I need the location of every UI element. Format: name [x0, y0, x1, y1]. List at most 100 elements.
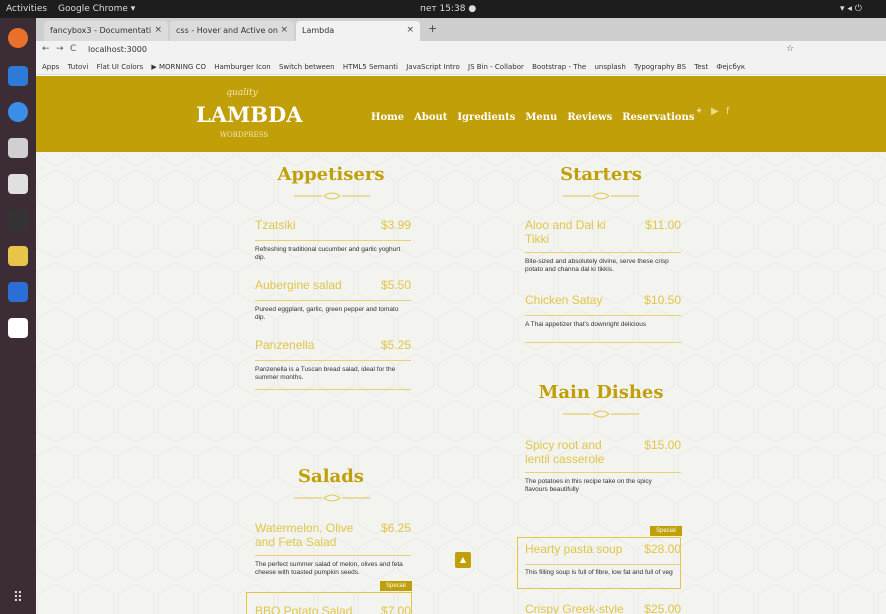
special-badge: Special	[380, 581, 412, 591]
app-menu[interactable]: Google Chrome ▾	[58, 4, 135, 14]
divider	[525, 252, 681, 253]
background-pattern	[36, 76, 886, 614]
logo[interactable]: LAMBDA	[196, 102, 303, 127]
bookmark[interactable]: Switch between	[279, 63, 335, 71]
nav-about[interactable]: About	[414, 112, 447, 123]
item-price: $3.99	[380, 218, 411, 232]
item-name: Panzenella	[255, 338, 315, 352]
nav-menu[interactable]: Menu	[525, 112, 557, 123]
ornament-divider	[563, 410, 639, 418]
bookmark[interactable]: Bootstrap - The	[532, 63, 586, 71]
divider	[255, 240, 411, 241]
item-name: BBQ Potato Salad	[255, 604, 353, 614]
web-page: quality LAMBDA WORDPRESS Home About Igredi…	[36, 76, 886, 614]
url-input[interactable]: localhost:3000	[84, 43, 784, 58]
nav-home[interactable]: Home	[371, 112, 404, 123]
ornament-divider	[294, 494, 370, 502]
divider	[525, 315, 681, 316]
logo-subtitle: WORDPRESS	[219, 131, 269, 139]
divider	[525, 472, 681, 473]
facebook-icon[interactable]: f	[726, 107, 736, 117]
bookmark[interactable]: Typography BS	[634, 63, 686, 71]
item-name: Tzatsiki	[255, 218, 296, 232]
item-price: $28.00	[644, 542, 681, 556]
address-bar: ← → C localhost:3000 ☆	[36, 41, 886, 60]
nav-reservations[interactable]: Reservations	[622, 112, 694, 123]
browser-icon[interactable]	[8, 102, 28, 122]
clock[interactable]: пет 15:38 ●	[420, 4, 476, 14]
reload-icon[interactable]: C	[70, 44, 76, 54]
divider	[255, 300, 411, 301]
new-tab-button[interactable]: +	[428, 22, 437, 35]
bookmark[interactable]: Apps	[42, 63, 59, 71]
item-description: The potatoes in this recipe take on the …	[525, 478, 652, 493]
item-description: This filling soup is full of fibre, low …	[525, 569, 673, 576]
terminal-icon[interactable]	[8, 210, 28, 230]
site-header: quality LAMBDA WORDPRESS Home About Igredi…	[36, 76, 886, 152]
bookmark[interactable]: JavaScript Intro	[406, 63, 460, 71]
youtube-icon[interactable]: ▶	[711, 107, 721, 117]
item-price: $5.50	[380, 278, 411, 292]
ornament-divider	[294, 192, 370, 200]
item-price: $7.00	[380, 604, 411, 614]
code-icon[interactable]	[8, 174, 28, 194]
divider	[255, 360, 411, 361]
forward-icon[interactable]: →	[56, 44, 64, 54]
bookmark[interactable]: Tutovi	[68, 63, 89, 71]
item-description: A Thai appetizer that's downright delici…	[525, 321, 647, 328]
app-icon[interactable]	[8, 246, 28, 266]
item-description: Pureed eggplant, garlic, green pepper an…	[255, 306, 399, 321]
section-title-appetisers: Appetisers	[277, 164, 385, 185]
tab-lambda[interactable]: Lambda ×	[296, 21, 420, 41]
nav-reviews[interactable]: Reviews	[567, 112, 612, 123]
bookmark[interactable]: Test	[694, 63, 708, 71]
ornament-divider	[563, 192, 639, 200]
logo-tagline: quality	[226, 88, 258, 98]
divider	[525, 342, 681, 343]
tab-bar: fancybox3 - Documentati × css - Hover and…	[36, 18, 886, 41]
section-title-salads: Salads	[298, 466, 364, 487]
star-icon[interactable]: ☆	[786, 44, 794, 54]
chrome-icon[interactable]	[8, 28, 28, 48]
bookmark[interactable]: HTML5 Semanti	[343, 63, 398, 71]
show-apps-icon[interactable]: ⠿	[10, 590, 26, 606]
tab-fancybox[interactable]: fancybox3 - Documentati ×	[44, 21, 168, 41]
files-icon[interactable]	[8, 138, 28, 158]
vscode-icon[interactable]	[8, 66, 28, 86]
tab-css[interactable]: css - Hover and Active on ×	[170, 21, 294, 41]
bookmark[interactable]: unsplash	[594, 63, 625, 71]
nav-ingredients[interactable]: Igredients	[457, 112, 515, 123]
bookmark[interactable]: Hamburger Icon	[214, 63, 271, 71]
bookmark[interactable]: Фејсбук	[716, 63, 745, 71]
bookmark[interactable]: JS Bin - Collabor	[468, 63, 524, 71]
writer-icon[interactable]	[8, 282, 28, 302]
divider	[255, 389, 411, 390]
item-description: Panzenella is a Tuscan bread salad, idea…	[255, 366, 396, 381]
divider	[525, 564, 681, 565]
amazon-icon[interactable]	[8, 318, 28, 338]
os-top-bar: Activities Google Chrome ▾ пет 15:38 ● ▾…	[0, 0, 886, 18]
scroll-to-top-button[interactable]: ▲	[455, 552, 471, 568]
item-name: Aubergine salad	[255, 278, 342, 292]
item-name: Spicy root and lentil casserole	[525, 438, 605, 466]
item-description: Refreshing traditional cucumber and garl…	[255, 246, 401, 261]
item-price: $25.00	[644, 602, 681, 614]
activities-button[interactable]: Activities	[6, 4, 47, 14]
item-name: Crispy Greek-style pie	[525, 602, 624, 614]
browser-window: fancybox3 - Documentati × css - Hover and…	[36, 18, 886, 614]
bookmark[interactable]: Flat UI Colors	[97, 63, 144, 71]
back-icon[interactable]: ←	[42, 44, 50, 54]
divider	[255, 555, 411, 556]
special-badge: Special	[650, 526, 682, 536]
item-price: $15.00	[644, 438, 681, 452]
bookmarks-bar: Apps Tutovi Flat UI Colors ▶ MORNING CO …	[36, 60, 886, 75]
item-name: Watermelon, Olive and Feta Salad	[255, 521, 354, 549]
item-description: Bite-sized and absolutely divine, serve …	[525, 258, 669, 273]
item-name: Hearty pasta soup	[525, 542, 623, 556]
bookmark[interactable]: ▶ MORNING CO	[151, 63, 206, 71]
dock: ⠿	[0, 18, 36, 614]
system-tray-icon[interactable]: ▾ ◂ ⏻	[840, 4, 862, 14]
twitter-icon[interactable]: ✦	[695, 107, 705, 117]
item-name: Aloo and Dal ki Tikki	[525, 218, 606, 246]
item-price: $11.00	[645, 218, 681, 232]
